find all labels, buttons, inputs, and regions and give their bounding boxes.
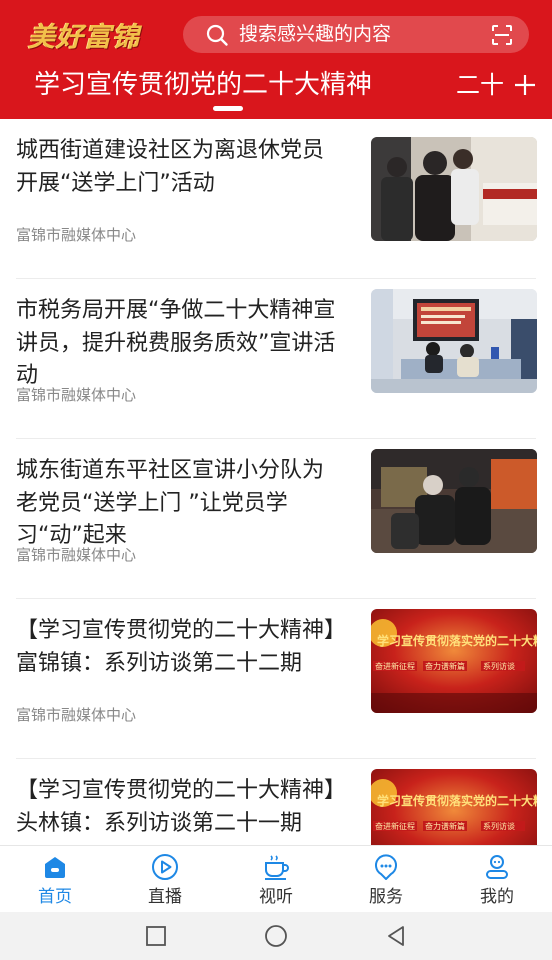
svg-text:系列访谈: 系列访谈 bbox=[483, 821, 515, 831]
recents-button-icon[interactable] bbox=[144, 924, 168, 948]
svg-text:学习宣传贯彻落实党的二十大精神: 学习宣传贯彻落实党的二十大精神 bbox=[377, 633, 537, 648]
search-placeholder: 搜索感兴趣的内容 bbox=[239, 23, 392, 45]
news-item[interactable]: 市税务局开展“争做二十大精神宣讲员，提升税费服务质效”宣讲活动 富锦市融媒体中心 bbox=[0, 279, 552, 439]
play-circle-icon bbox=[152, 854, 178, 880]
news-thumbnail-image: 学习宣传贯彻落实党的二十大精神 奋进新征程 奋力谱新篇 系列访谈 bbox=[371, 769, 537, 845]
tab-media[interactable]: 视听 bbox=[221, 846, 331, 913]
news-title[interactable]: 市税务局开展“争做二十大精神宣讲员，提升税费服务质效”宣讲活动 bbox=[16, 295, 341, 393]
news-title[interactable]: 城东街道东平社区宣讲小分队为老党员“送学上门 ”让党员学习“动”起来 bbox=[16, 455, 341, 553]
tab-profile[interactable]: 我的 bbox=[442, 846, 552, 913]
news-thumbnail-image bbox=[371, 289, 537, 393]
bottom-tab-bar: 首页 直播 视听 服务 我的 bbox=[0, 845, 552, 912]
news-source: 富锦市融媒体中心 bbox=[16, 226, 137, 244]
location-chat-icon bbox=[375, 854, 397, 880]
tab-services[interactable]: 服务 bbox=[331, 846, 441, 913]
news-item[interactable]: 城东街道东平社区宣讲小分队为老党员“送学上门 ”让党员学习“动”起来 富锦市融媒… bbox=[0, 439, 552, 599]
svg-text:奋力谱新篇: 奋力谱新篇 bbox=[425, 821, 465, 831]
svg-text:奋力谱新篇: 奋力谱新篇 bbox=[425, 661, 465, 671]
tab-label: 我的 bbox=[480, 887, 514, 907]
news-title[interactable]: 城西街道建设社区为离退休党员开展“送学上门”活动 bbox=[16, 135, 341, 200]
news-title[interactable]: 【学习宣传贯彻党的二十大精神】富锦镇：系列访谈第二十二期 bbox=[16, 615, 341, 680]
svg-text:奋进新征程: 奋进新征程 bbox=[375, 661, 415, 671]
tab-label: 首页 bbox=[38, 887, 72, 907]
channel-tab-active[interactable]: 学习宣传贯彻党的二十大精神 bbox=[34, 67, 372, 103]
back-button-icon[interactable] bbox=[384, 924, 408, 948]
tab-label: 视听 bbox=[259, 887, 293, 907]
news-thumbnail[interactable] bbox=[371, 137, 537, 241]
tab-label: 服务 bbox=[369, 887, 403, 907]
tab-live[interactable]: 直播 bbox=[110, 846, 220, 913]
home-icon bbox=[45, 857, 65, 878]
news-list: 城西街道建设社区为离退休党员开展“送学上门”活动 富锦市融媒体中心 市税务局开展… bbox=[0, 119, 552, 845]
cup-icon bbox=[265, 855, 289, 880]
news-item[interactable]: 【学习宣传贯彻党的二十大精神】头林镇：系列访谈第二十一期 学习宣传贯彻落实党的二… bbox=[0, 759, 552, 845]
svg-text:奋进新征程: 奋进新征程 bbox=[375, 821, 415, 831]
app-logo[interactable]: 美好富锦 bbox=[28, 14, 140, 54]
svg-text:学习宣传贯彻落实党的二十大精神: 学习宣传贯彻落实党的二十大精神 bbox=[377, 793, 537, 808]
home-button-icon[interactable] bbox=[264, 924, 288, 948]
channel-tab[interactable]: 二十 bbox=[456, 67, 504, 103]
news-thumbnail[interactable] bbox=[371, 289, 537, 393]
news-item[interactable]: 【学习宣传贯彻党的二十大精神】富锦镇：系列访谈第二十二期 富锦市融媒体中心 学习… bbox=[0, 599, 552, 759]
plus-icon[interactable] bbox=[512, 72, 538, 98]
channel-indicator bbox=[213, 106, 243, 111]
search-icon bbox=[206, 24, 228, 46]
system-nav-bar bbox=[0, 912, 552, 960]
news-thumbnail-image bbox=[371, 137, 537, 241]
news-source: 富锦市融媒体中心 bbox=[16, 546, 137, 564]
news-title[interactable]: 【学习宣传贯彻党的二十大精神】头林镇：系列访谈第二十一期 bbox=[16, 775, 341, 840]
news-thumbnail-image: 学习宣传贯彻落实党的二十大精神 奋进新征程 奋力谱新篇 系列访谈 bbox=[371, 609, 537, 713]
top-header: 美好富锦 搜索感兴趣的内容 学习宣传贯彻党的二十大精神 二十 bbox=[0, 0, 552, 119]
tab-label: 直播 bbox=[148, 887, 182, 907]
news-source: 富锦市融媒体中心 bbox=[16, 706, 137, 724]
channel-bar: 学习宣传贯彻党的二十大精神 二十 bbox=[0, 62, 552, 112]
news-source: 富锦市融媒体中心 bbox=[16, 386, 137, 404]
news-thumbnail[interactable] bbox=[371, 449, 537, 553]
user-icon bbox=[486, 855, 508, 879]
svg-text:系列访谈: 系列访谈 bbox=[483, 661, 515, 671]
scan-icon[interactable] bbox=[491, 24, 513, 46]
search-bar[interactable]: 搜索感兴趣的内容 bbox=[183, 16, 529, 53]
news-thumbnail[interactable]: 学习宣传贯彻落实党的二十大精神 奋进新征程 奋力谱新篇 系列访谈 bbox=[371, 769, 537, 845]
news-thumbnail[interactable]: 学习宣传贯彻落实党的二十大精神 奋进新征程 奋力谱新篇 系列访谈 bbox=[371, 609, 537, 713]
news-thumbnail-image bbox=[371, 449, 537, 553]
news-item[interactable]: 城西街道建设社区为离退休党员开展“送学上门”活动 富锦市融媒体中心 bbox=[0, 119, 552, 279]
tab-home[interactable]: 首页 bbox=[0, 846, 110, 913]
